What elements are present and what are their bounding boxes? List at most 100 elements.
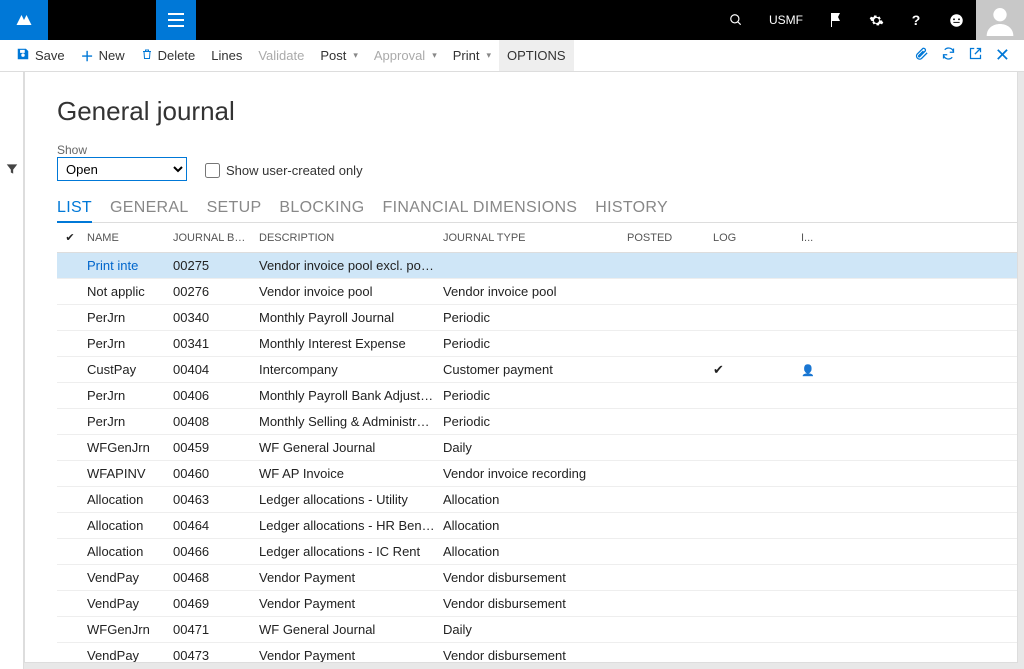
col-name[interactable]: NAME — [83, 232, 169, 244]
global-topbar: USMF ? — [0, 0, 1024, 40]
nav-menu-button[interactable] — [156, 0, 196, 40]
cell-batch: 00466 — [169, 544, 255, 559]
col-description[interactable]: DESCRIPTION — [255, 232, 439, 244]
cell-type: Periodic — [439, 388, 623, 403]
brand-logo[interactable] — [0, 0, 48, 40]
tab-general[interactable]: GENERAL — [110, 195, 189, 222]
user-avatar[interactable] — [976, 0, 1024, 40]
cell-description: Vendor invoice pool excl. posting — [255, 258, 439, 273]
table-row[interactable]: Allocation 00464Ledger allocations - HR B… — [57, 513, 1017, 539]
tab-blocking[interactable]: BLOCKING — [279, 195, 364, 222]
print-label: Print — [453, 48, 480, 63]
user-created-label: Show user-created only — [226, 163, 363, 178]
cell-type: Daily — [439, 440, 623, 455]
table-row[interactable]: Print inte00275Vendor invoice pool excl.… — [57, 253, 1017, 279]
cell-batch: 00340 — [169, 310, 255, 325]
approval-label: Approval — [374, 48, 425, 63]
tab-setup[interactable]: SETUP — [207, 195, 262, 222]
user-lock-icon — [801, 362, 815, 377]
cell-name: Allocation — [83, 544, 169, 559]
options-button[interactable]: OPTIONS — [499, 40, 574, 71]
user-created-checkbox[interactable] — [205, 163, 220, 178]
cell-description: Intercompany — [255, 362, 439, 377]
help-icon[interactable]: ? — [896, 0, 936, 40]
cell-description: Monthly Interest Expense — [255, 336, 439, 351]
col-journal-type[interactable]: JOURNAL TYPE — [439, 232, 623, 244]
tab-list[interactable]: LIST — [57, 195, 92, 223]
cell-description: WF AP Invoice — [255, 466, 439, 481]
col-log[interactable]: LOG — [709, 232, 797, 244]
table-row[interactable]: WFAPINV00460WF AP InvoiceVendor invoice … — [57, 461, 1017, 487]
new-label: New — [99, 48, 125, 63]
grid-header[interactable]: ✔ NAME JOURNAL BAT... DESCRIPTION JOURNA… — [57, 223, 1017, 253]
table-row[interactable]: Allocation00463Ledger allocations - Util… — [57, 487, 1017, 513]
table-row[interactable]: WFGenJrn00471WF General JournalDaily — [57, 617, 1017, 643]
table-row[interactable]: VendPay00473Vendor PaymentVendor disburs… — [57, 643, 1017, 663]
table-row[interactable]: Allocation00466Ledger allocations - IC R… — [57, 539, 1017, 565]
col-batch[interactable]: JOURNAL BAT... — [169, 232, 255, 244]
print-button[interactable]: Print▾ — [445, 40, 499, 71]
cell-description: Monthly Payroll Journal — [255, 310, 439, 325]
table-row[interactable]: PerJrn00408Monthly Selling & Administrat… — [57, 409, 1017, 435]
flag-icon[interactable] — [816, 0, 856, 40]
cell-description: Vendor invoice pool — [255, 284, 439, 299]
tab-history[interactable]: HISTORY — [595, 195, 668, 222]
filter-pane-toggle[interactable] — [0, 72, 24, 669]
table-row[interactable]: PerJrn00406Monthly Payroll Bank Adjustme… — [57, 383, 1017, 409]
page-title: General journal — [57, 96, 1017, 127]
cell-type: Periodic — [439, 336, 623, 351]
settings-icon[interactable] — [856, 0, 896, 40]
company-selector[interactable]: USMF — [756, 0, 816, 40]
cell-name: WFGenJrn — [83, 440, 169, 455]
cell-type: Allocation — [439, 544, 623, 559]
chevron-down-icon: ▾ — [432, 50, 437, 61]
table-row[interactable]: WFGenJrn00459WF General JournalDaily — [57, 435, 1017, 461]
cell-type: Vendor disbursement — [439, 596, 623, 611]
post-button[interactable]: Post▾ — [312, 40, 366, 71]
content-pane: General journal Show Open Show user-crea… — [24, 72, 1018, 663]
cell-type: Vendor invoice pool — [439, 284, 623, 299]
cell-batch: 00468 — [169, 570, 255, 585]
col-inuse[interactable]: I... — [797, 232, 837, 244]
options-label: OPTIONS — [507, 48, 566, 63]
cell-type: Vendor disbursement — [439, 570, 623, 585]
cell-description: Vendor Payment — [255, 596, 439, 611]
table-row[interactable]: CustPay00404IntercompanyCustomer payment… — [57, 357, 1017, 383]
show-select[interactable]: Open — [57, 157, 187, 181]
table-row[interactable]: VendPay00469Vendor PaymentVendor disburs… — [57, 591, 1017, 617]
tab-financial-dimensions[interactable]: FINANCIAL DIMENSIONS — [383, 195, 578, 222]
cell-name: PerJrn — [83, 388, 169, 403]
cell-description: Vendor Payment — [255, 570, 439, 585]
close-icon[interactable]: ✕ — [995, 45, 1010, 66]
table-row[interactable]: Not applic00276Vendor invoice poolVendor… — [57, 279, 1017, 305]
popout-icon[interactable] — [968, 46, 983, 65]
save-label: Save — [35, 48, 65, 63]
table-row[interactable]: PerJrn00340Monthly Payroll JournalPeriod… — [57, 305, 1017, 331]
save-button[interactable]: Save — [8, 40, 73, 71]
face-icon[interactable] — [936, 0, 976, 40]
delete-button[interactable]: Delete — [133, 40, 204, 71]
cell-batch: 00464 — [169, 518, 255, 533]
table-row[interactable]: VendPay00468Vendor PaymentVendor disburs… — [57, 565, 1017, 591]
new-button[interactable]: ＋ New — [73, 40, 133, 71]
trash-icon — [141, 47, 153, 64]
cell-type: Allocation — [439, 518, 623, 533]
table-row[interactable]: PerJrn00341Monthly Interest ExpensePerio… — [57, 331, 1017, 357]
delete-label: Delete — [158, 48, 196, 63]
cell-batch: 00460 — [169, 466, 255, 481]
cell-description: Ledger allocations - HR Benefits — [255, 518, 439, 533]
cell-batch: 00463 — [169, 492, 255, 507]
tab-strip: LIST GENERAL SETUP BLOCKING FINANCIAL DI… — [57, 195, 1017, 223]
chevron-down-icon: ▾ — [353, 50, 358, 61]
col-select[interactable]: ✔ — [57, 231, 83, 244]
attachment-icon[interactable] — [914, 46, 929, 65]
approval-button: Approval ▾ — [366, 40, 445, 71]
cell-type: Periodic — [439, 310, 623, 325]
cell-batch: 00404 — [169, 362, 255, 377]
cell-name: VendPay — [83, 648, 169, 663]
col-posted[interactable]: POSTED — [623, 232, 709, 244]
refresh-icon[interactable] — [941, 46, 956, 65]
lines-button[interactable]: Lines — [203, 40, 250, 71]
search-button[interactable] — [716, 0, 756, 40]
cell-batch: 00459 — [169, 440, 255, 455]
